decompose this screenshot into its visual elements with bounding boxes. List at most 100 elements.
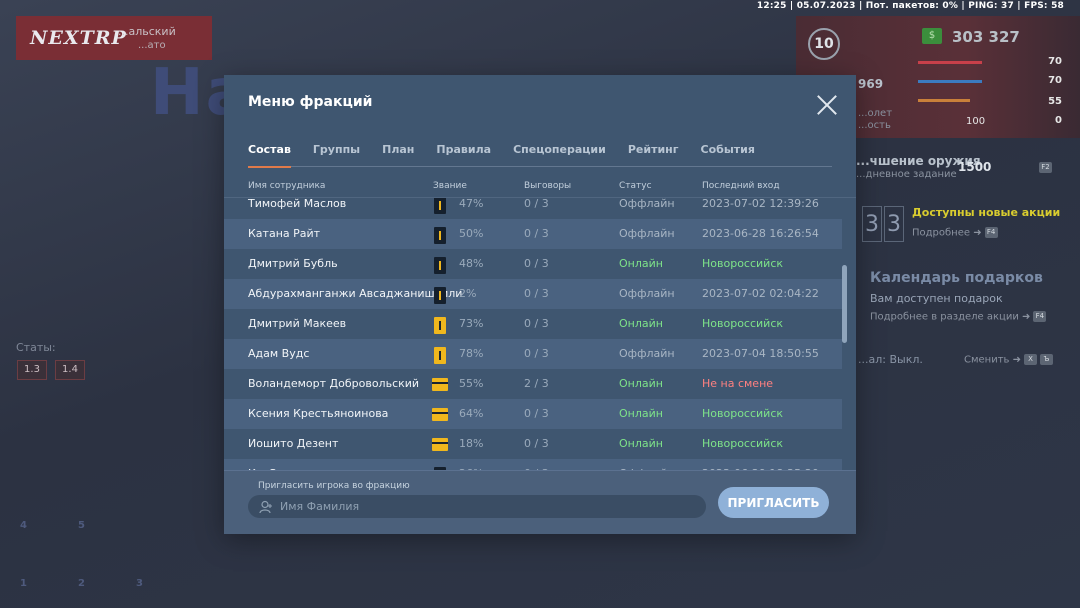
status-bar: 12:25 | 05.07.2023 | Пот. пакетов: 0% | … xyxy=(756,1,1064,11)
health-bar xyxy=(918,61,982,64)
invite-button[interactable]: ПРИГЛАСИТЬ xyxy=(718,487,829,518)
reprimand-count: 0 / 3 xyxy=(524,287,549,300)
member-name: Адам Вудс xyxy=(248,347,310,360)
column-header-last-login: Последний вход xyxy=(702,181,780,191)
tab-special-ops[interactable]: Спецоперации xyxy=(513,143,606,167)
member-status: Онлайн xyxy=(619,257,663,270)
reprimand-count: 0 / 3 xyxy=(524,317,549,330)
voice-channel: ...ал: Выкл. xyxy=(858,353,923,366)
tab-plan[interactable]: План xyxy=(382,143,414,167)
hud-fuel: 100 xyxy=(966,116,986,127)
rank-insignia-icon xyxy=(432,438,448,451)
hud-note-2: ...ость xyxy=(858,120,891,131)
tab-events[interactable]: События xyxy=(701,143,755,167)
tab-rating[interactable]: Рейтинг xyxy=(628,143,679,167)
tab-groups[interactable]: Группы xyxy=(313,143,360,167)
calendar-more[interactable]: Подробнее в разделе акции ➜ F4 xyxy=(870,311,1047,323)
member-name: Дмитрий Бубль xyxy=(248,257,338,270)
reprimand-count: 0 / 3 xyxy=(524,437,549,450)
rank-progress: 73% xyxy=(459,317,484,330)
member-status: Онлайн xyxy=(619,407,663,420)
member-status: Оффлайн xyxy=(619,287,675,300)
member-status: Оффлайн xyxy=(619,197,675,210)
rank-progress: 2% xyxy=(459,287,477,300)
member-list[interactable]: Тимофей Маслов 47% 0 / 3 Оффлайн 2023-07-02 … xyxy=(224,197,856,471)
tab-rules[interactable]: Правила xyxy=(436,143,491,167)
rank-progress: 47% xyxy=(459,197,484,210)
tab-roster[interactable]: Состав xyxy=(248,143,291,168)
member-status: Оффлайн xyxy=(619,347,675,360)
column-header-status: Статус xyxy=(619,181,652,191)
promo-more[interactable]: Подробнее ➜ F4 xyxy=(912,227,998,239)
table-row[interactable]: Тимофей Маслов 47% 0 / 3 Оффлайн 2023-07-02 … xyxy=(224,197,842,219)
rank-progress: 50% xyxy=(459,227,484,240)
table-row[interactable]: Адам Вудс 78% 0 / 3 Оффлайн 2023-07-04 18:50… xyxy=(224,339,842,369)
version-badge-1: 1.3 xyxy=(17,360,47,380)
member-status: Оффлайн xyxy=(619,227,675,240)
slot-4: 4 xyxy=(20,520,27,531)
table-row[interactable]: Катана Райт 50% 0 / 3 Оффлайн 2023-06-28 16:… xyxy=(224,219,842,249)
tab-bar: Состав Группы План Правила Спецоперации … xyxy=(248,143,832,168)
rank-insignia-icon xyxy=(432,378,448,391)
column-header-rank: Звание xyxy=(433,181,467,191)
member-name: Воландеморт Добровольский xyxy=(248,377,420,390)
member-status: Онлайн xyxy=(619,377,663,390)
reprimand-count: 0 / 3 xyxy=(524,347,549,360)
level-badge: 10 xyxy=(808,28,840,60)
armor-bar xyxy=(918,80,982,83)
close-icon[interactable] xyxy=(816,94,838,116)
player-name: ...альский xyxy=(118,25,176,38)
slot-5: 5 xyxy=(78,520,85,531)
member-name: Иошито Дезент xyxy=(248,437,339,450)
counter-digit-1: 3 xyxy=(862,206,882,242)
user-icon xyxy=(259,500,272,514)
member-name: Катана Райт xyxy=(248,227,321,240)
change-key-x: X xyxy=(1024,354,1037,365)
change-channel[interactable]: Сменить ➜ X Ъ xyxy=(964,354,1053,366)
rank-progress: 18% xyxy=(459,437,484,450)
invite-panel: Пригласить игрока во фракцию Имя Фамилия… xyxy=(224,470,856,534)
rank-insignia-icon xyxy=(434,227,446,244)
table-row[interactable]: Дмитрий Бубль 48% 0 / 3 Онлайн Новороссийск xyxy=(224,249,842,279)
table-row[interactable]: Воландеморт Добровольский 55% 2 / 3 Онлайн Н… xyxy=(224,369,842,399)
change-key-hard: Ъ xyxy=(1040,354,1053,365)
reprimand-count: 0 / 3 xyxy=(524,197,549,210)
table-row[interactable]: Абдурахманганжи Авсаджанишвили 2% 0 / 3 Офф… xyxy=(224,279,842,309)
rank-insignia-icon xyxy=(434,257,446,274)
member-last-login: 2023-07-02 12:39:26 xyxy=(702,197,819,210)
thirst-value: 0 xyxy=(1055,115,1062,126)
health-value: 70 xyxy=(1048,56,1062,67)
list-scrollbar[interactable] xyxy=(842,265,847,343)
rank-insignia-icon xyxy=(434,198,446,214)
reprimand-count: 0 / 3 xyxy=(524,257,549,270)
weapon-value: 1500 xyxy=(958,160,992,174)
money-value: 303 327 xyxy=(952,28,1020,46)
table-row[interactable]: Дмитрий Макеев 73% 0 / 3 Онлайн Новороссийск xyxy=(224,309,842,339)
slot-1: 1 xyxy=(20,578,27,589)
version-badge-2: 1.4 xyxy=(55,360,85,380)
member-last-login: 2023-06-28 16:26:54 xyxy=(702,227,819,240)
server-logo: NEXTRP xyxy=(16,16,212,60)
hunger-value: 55 xyxy=(1048,96,1062,107)
column-header-reprimands: Выговоры xyxy=(524,181,572,191)
promo-key: F4 xyxy=(984,227,998,238)
rank-progress: 55% xyxy=(459,377,484,390)
player-id: ...ато xyxy=(138,40,166,51)
member-name: Тимофей Маслов xyxy=(248,197,347,210)
hud-note-1: ...олет xyxy=(858,108,893,119)
invite-placeholder: Имя Фамилия xyxy=(280,500,360,513)
invite-label: Пригласить игрока во фракцию xyxy=(258,481,410,491)
table-row[interactable]: Ксения Крестьяноинова 64% 0 / 3 Онлайн Новор… xyxy=(224,399,842,429)
rank-progress: 78% xyxy=(459,347,484,360)
promo-title: Доступны новые акции xyxy=(912,206,1061,219)
logo-text: NEXTRP xyxy=(30,27,127,49)
counter-digit-2: 3 xyxy=(884,206,904,242)
member-name: Дмитрий Макеев xyxy=(248,317,347,330)
table-row[interactable]: Иошито Дезент 18% 0 / 3 Онлайн Новороссийск xyxy=(224,429,842,459)
money-icon: $ xyxy=(922,28,942,44)
rank-insignia-icon xyxy=(434,347,446,364)
rank-progress: 48% xyxy=(459,257,484,270)
slot-3: 3 xyxy=(136,578,143,589)
faction-menu-modal: Меню фракций Состав Группы План Правила … xyxy=(224,75,856,534)
hunger-bar xyxy=(918,99,970,102)
